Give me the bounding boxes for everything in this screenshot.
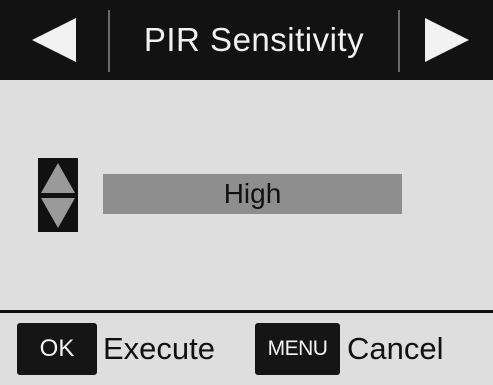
down-arrow-icon [41,197,75,228]
menu-key-button[interactable]: MENU [255,323,340,375]
page-title: PIR Sensitivity [143,21,365,58]
left-arrow-icon [32,18,76,62]
cancel-label: Cancel [347,331,444,366]
ok-key-button[interactable]: OK [17,323,97,375]
prev-page-button[interactable] [0,0,108,80]
up-arrow-icon [41,162,75,193]
sensitivity-value[interactable]: High [103,174,402,214]
camera-settings-screen: PIR Sensitivity High OK Execute MENU Can… [0,0,493,385]
decrease-button[interactable] [40,195,76,230]
header-bar: PIR Sensitivity [0,0,493,80]
next-page-button[interactable] [400,0,493,80]
right-arrow-icon [424,18,469,62]
footer-bar: OK Execute MENU Cancel [0,310,493,385]
value-stepper [38,158,78,232]
increase-button[interactable] [40,160,76,195]
execute-label: Execute [103,331,216,366]
settings-content: High [0,80,493,310]
